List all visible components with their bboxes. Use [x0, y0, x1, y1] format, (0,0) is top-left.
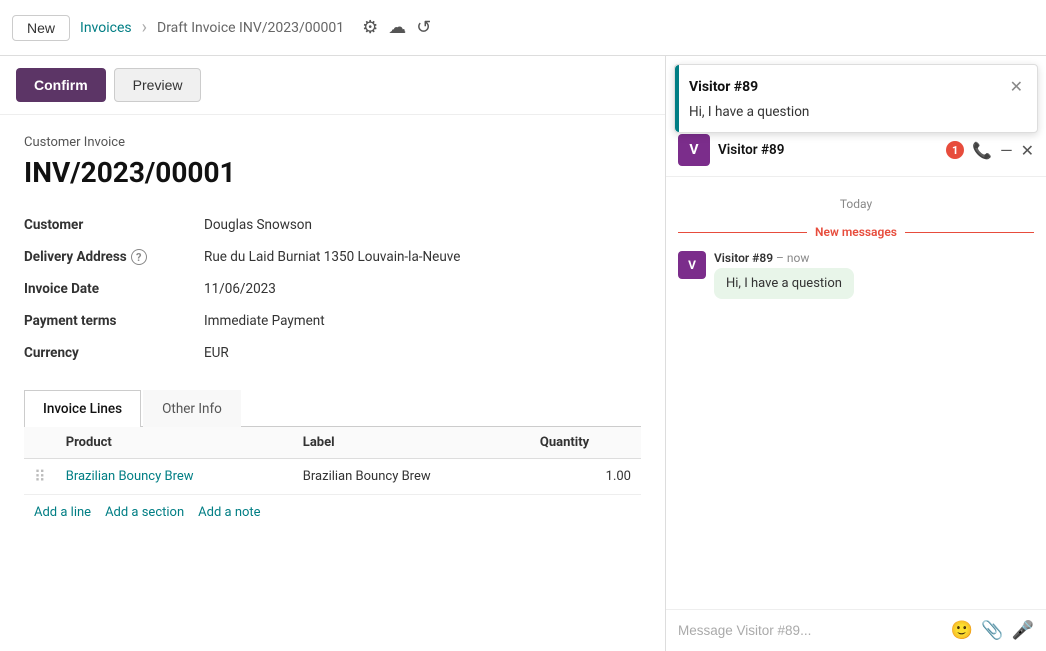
phone-icon[interactable]: 📞 — [972, 141, 992, 160]
divider-line-right — [905, 232, 1034, 233]
microphone-icon[interactable]: 🎤 — [1012, 620, 1034, 641]
add-section-link[interactable]: Add a section — [105, 505, 184, 520]
delivery-address-value: Rue du Laid Burniat 1350 Louvain-la-Neuv… — [204, 241, 641, 273]
preview-button[interactable]: Preview — [114, 68, 202, 102]
confirm-button[interactable]: Confirm — [16, 68, 106, 102]
notification-accent — [675, 65, 679, 132]
customer-label: Customer — [24, 209, 204, 241]
col-label: Label — [293, 427, 530, 459]
invoice-date-value: 11/06/2023 — [204, 273, 641, 305]
invoice-content: Customer Invoice INV/2023/00001 Customer… — [0, 115, 665, 550]
emoji-icon[interactable]: 🙂 — [951, 620, 973, 641]
fields-grid: Customer Douglas Snowson Delivery Addres… — [24, 209, 641, 369]
notification-body: Hi, I have a question — [689, 104, 1023, 120]
main-area: Confirm Preview Customer Invoice INV/202… — [0, 56, 1046, 651]
chat-input[interactable] — [678, 623, 943, 638]
chat-notification-header: Visitor #89 ✕ — [689, 77, 1023, 96]
col-quantity: Quantity — [530, 427, 641, 459]
breadcrumb-separator: › — [142, 17, 147, 38]
add-line-link[interactable]: Add a line — [34, 505, 91, 520]
new-button[interactable]: New — [12, 15, 70, 41]
notification-title: Visitor #89 — [689, 79, 758, 95]
settings-icon[interactable]: ⚙ — [362, 17, 378, 38]
topbar-icons: ⚙ ☁ ↺ — [362, 17, 431, 38]
chat-header-icons: 📞 — ✕ — [972, 141, 1034, 160]
delivery-address-help-icon[interactable]: ? — [131, 249, 147, 265]
delivery-address-label: Delivery Address ? — [24, 241, 204, 273]
invoice-date-label: Invoice Date — [24, 273, 204, 305]
payment-terms-value: Immediate Payment — [204, 305, 641, 337]
chat-panel: Visitor #89 ✕ Hi, I have a question V Vi… — [666, 56, 1046, 651]
action-bar: Confirm Preview — [0, 56, 665, 115]
payment-terms-label: Payment terms — [24, 305, 204, 337]
invoice-table: Product Label Quantity ⠿ Brazilian Bounc… — [24, 427, 641, 495]
new-messages-divider: New messages — [678, 225, 1034, 239]
chat-badge: 1 — [946, 141, 964, 159]
topbar: New Invoices › Draft Invoice INV/2023/00… — [0, 0, 1046, 56]
invoice-number: INV/2023/00001 — [24, 156, 641, 189]
notification-close-icon[interactable]: ✕ — [1010, 77, 1023, 96]
chat-input-bar: 🙂 📎 🎤 — [666, 609, 1046, 651]
cloud-upload-icon[interactable]: ☁ — [388, 17, 406, 38]
breadcrumb-link[interactable]: Invoices — [80, 20, 132, 36]
refresh-icon[interactable]: ↺ — [416, 17, 431, 38]
invoice-panel: Confirm Preview Customer Invoice INV/202… — [0, 56, 666, 651]
table-actions: Add a line Add a section Add a note — [24, 495, 641, 530]
minimize-icon[interactable]: — — [1000, 141, 1013, 160]
chat-visitor-name: Visitor #89 — [718, 142, 938, 158]
chat-notification: Visitor #89 ✕ Hi, I have a question — [674, 64, 1038, 133]
invoice-type: Customer Invoice — [24, 135, 641, 150]
tabs: Invoice Lines Other Info — [24, 389, 641, 427]
row-label: Brazilian Bouncy Brew — [293, 459, 530, 495]
col-product: Product — [56, 427, 293, 459]
msg-content: Visitor #89 – now Hi, I have a question — [714, 251, 1034, 299]
date-divider: Today — [678, 197, 1034, 211]
tab-other-info[interactable]: Other Info — [143, 390, 241, 427]
add-note-link[interactable]: Add a note — [198, 505, 260, 520]
breadcrumb-sub: Draft Invoice INV/2023/00001 — [157, 20, 344, 36]
chat-message-row: V Visitor #89 – now Hi, I have a questio… — [678, 251, 1034, 299]
chat-messages: Today New messages V Visitor #89 – now H… — [666, 177, 1046, 609]
table-row: ⠿ Brazilian Bouncy Brew Brazilian Bouncy… — [24, 459, 641, 495]
row-quantity: 1.00 — [530, 459, 641, 495]
msg-avatar: V — [678, 251, 706, 279]
new-messages-label: New messages — [815, 225, 897, 239]
tab-invoice-lines[interactable]: Invoice Lines — [24, 390, 141, 427]
product-link[interactable]: Brazilian Bouncy Brew — [66, 469, 194, 484]
currency-value: EUR — [204, 337, 641, 369]
drag-handle[interactable]: ⠿ — [34, 467, 46, 486]
close-chat-icon[interactable]: ✕ — [1021, 141, 1034, 160]
msg-bubble: Hi, I have a question — [714, 268, 854, 299]
chat-avatar: V — [678, 134, 710, 166]
msg-meta: Visitor #89 – now — [714, 251, 1034, 265]
attachment-icon[interactable]: 📎 — [981, 620, 1003, 641]
currency-label: Currency — [24, 337, 204, 369]
customer-value: Douglas Snowson — [204, 209, 641, 241]
divider-line-left — [678, 232, 807, 233]
